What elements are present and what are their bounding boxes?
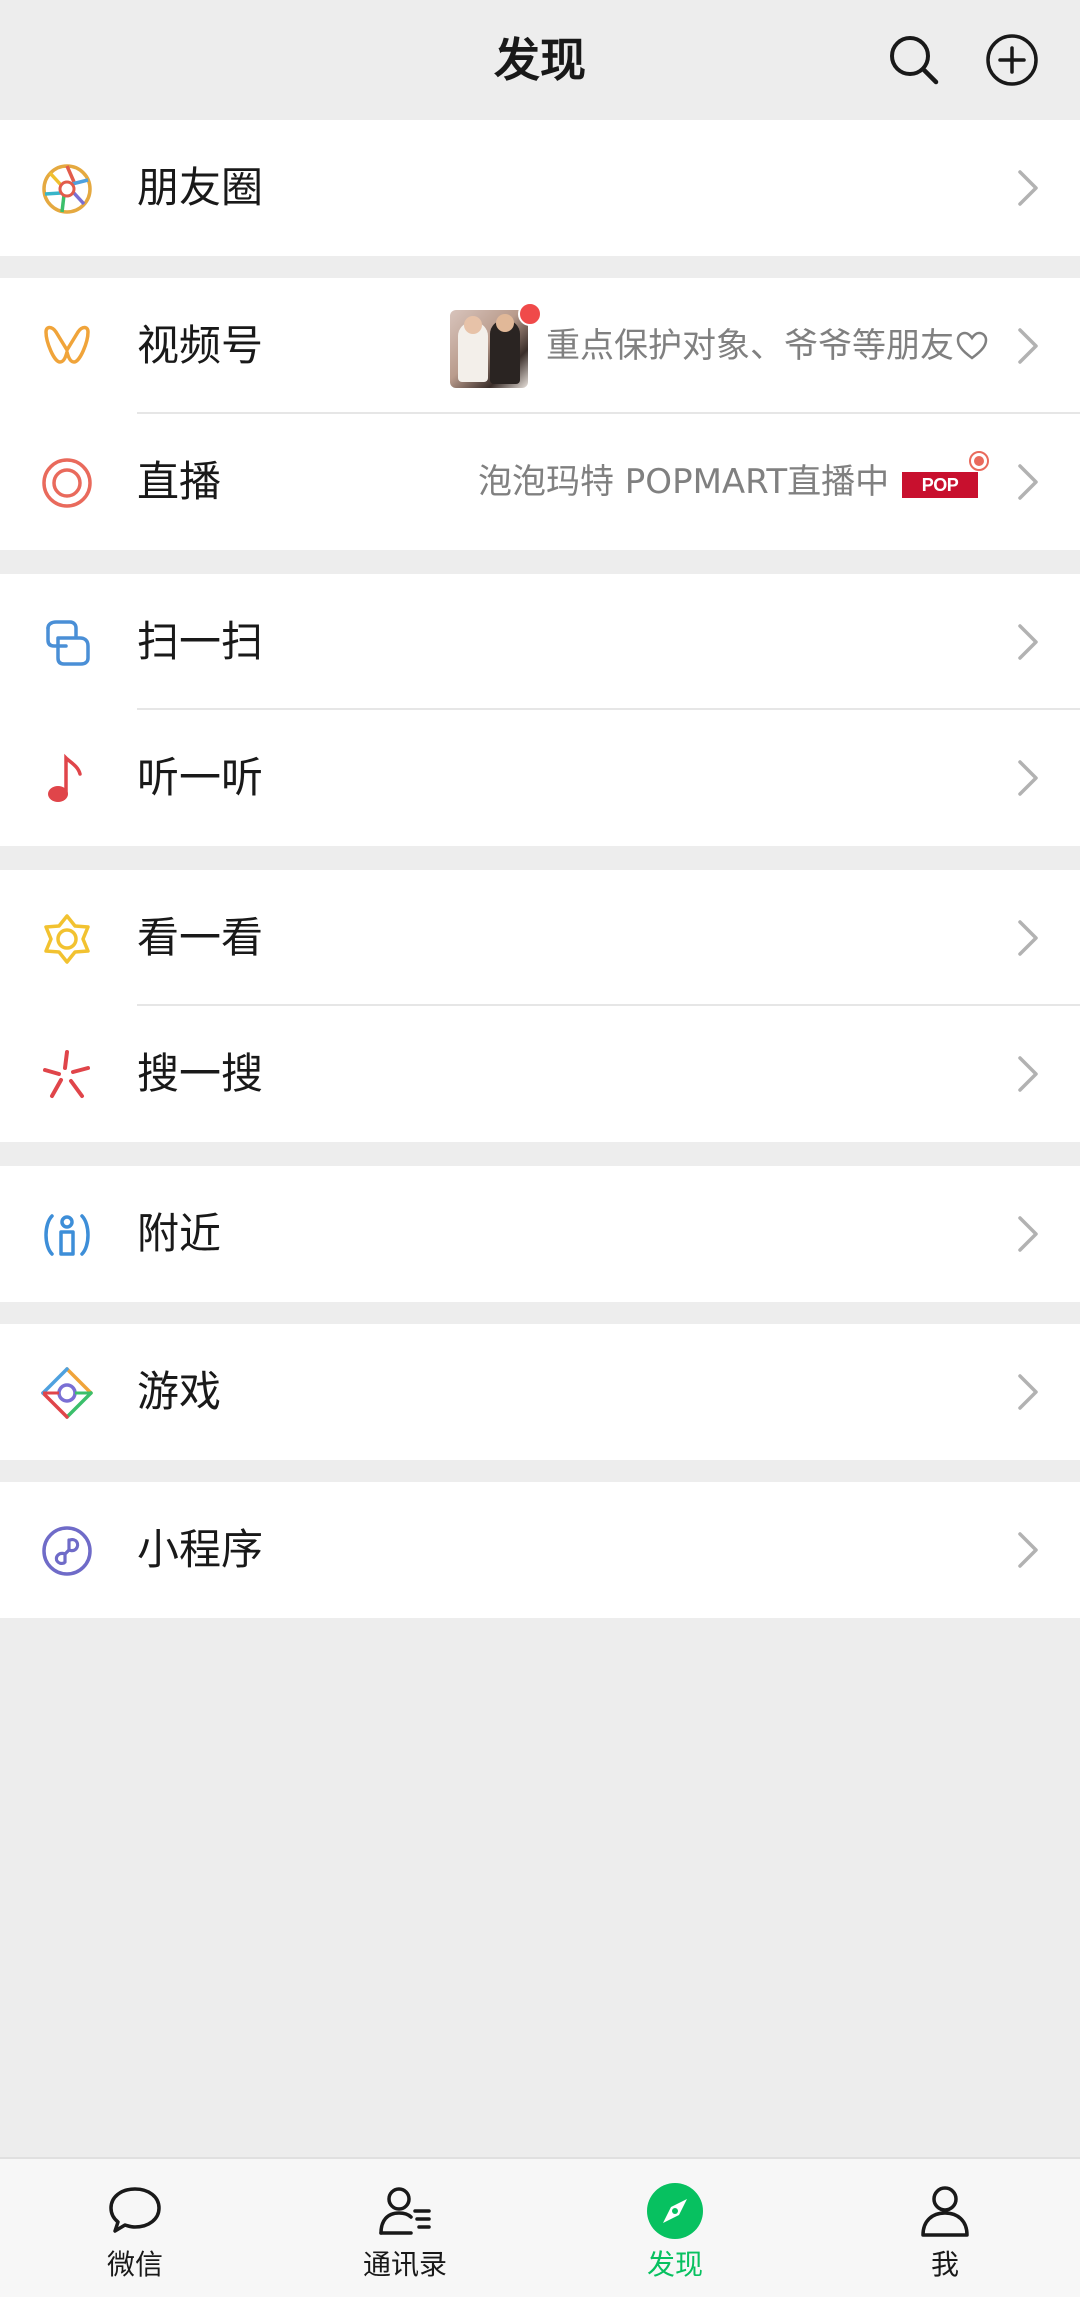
popmart-logo: POP MART xyxy=(902,472,978,521)
menu-label-nearby: 附近 xyxy=(137,1209,222,1258)
chevron-right-icon xyxy=(1016,326,1040,366)
chevron-right-icon xyxy=(1016,168,1040,208)
person-icon xyxy=(915,2181,975,2241)
plus-circle-icon xyxy=(986,34,1038,86)
menu-item-listen[interactable]: 听一听 xyxy=(0,710,1080,846)
mini-program-icon xyxy=(40,1524,94,1578)
menu-label-top-stories: 看一看 xyxy=(137,913,264,962)
menu-label-scan: 扫一扫 xyxy=(137,617,264,666)
aperture-icon xyxy=(40,162,94,216)
games-icon xyxy=(40,1366,94,1420)
chevron-right-icon xyxy=(1016,1214,1040,1254)
chevron-right-icon xyxy=(1016,1372,1040,1412)
top-bar: 发现 xyxy=(0,0,1080,120)
group-nearby: 附近 xyxy=(0,1166,1080,1302)
channels-icon xyxy=(40,320,94,374)
scan-icon xyxy=(40,616,94,670)
search-icon xyxy=(890,36,939,85)
bottom-tab-bar: 微信 通讯录 发现 我 xyxy=(0,2157,1080,2297)
music-note-icon xyxy=(40,752,94,806)
group-channels-live: 视频号 重点保护对象、爷爷等朋友 直播 泡泡玛特 POPMART直播中 POP … xyxy=(0,278,1080,550)
menu-label-channels: 视频号 xyxy=(137,321,264,370)
tab-discover[interactable]: 发现 xyxy=(540,2159,810,2297)
tab-me[interactable]: 我 xyxy=(810,2159,1080,2297)
tab-chats[interactable]: 微信 xyxy=(0,2159,270,2297)
menu-label-live: 直播 xyxy=(137,457,222,506)
live-subtitle: 泡泡玛特 POPMART直播中 xyxy=(478,462,890,502)
contacts-icon xyxy=(375,2181,435,2241)
group-moments: 朋友圈 xyxy=(0,120,1080,256)
search-button[interactable] xyxy=(884,30,944,90)
menu-label-games: 游戏 xyxy=(137,1367,222,1416)
live-indicator-icon xyxy=(968,450,990,472)
notification-dot xyxy=(518,302,542,326)
chevron-right-icon xyxy=(1016,1054,1040,1094)
tab-label-me: 我 xyxy=(930,2248,959,2281)
menu-item-scan[interactable]: 扫一扫 xyxy=(0,574,1080,710)
menu-label-moments: 朋友圈 xyxy=(137,163,264,212)
menu-label-mini-programs: 小程序 xyxy=(137,1525,264,1574)
live-icon xyxy=(40,456,94,510)
tab-label-discover: 发现 xyxy=(646,2248,703,2281)
menu-item-mini-programs[interactable]: 小程序 xyxy=(0,1482,1080,1618)
menu-item-games[interactable]: 游戏 xyxy=(0,1324,1080,1460)
chevron-right-icon xyxy=(1016,918,1040,958)
chevron-right-icon xyxy=(1016,462,1040,502)
chevron-right-icon xyxy=(1016,1530,1040,1570)
channel-thumbnail xyxy=(450,310,528,388)
add-button[interactable] xyxy=(982,30,1042,90)
chat-bubble-icon xyxy=(105,2181,165,2241)
menu-label-search: 搜一搜 xyxy=(137,1049,264,1098)
menu-item-top-stories[interactable]: 看一看 xyxy=(0,870,1080,1006)
menu-label-listen: 听一听 xyxy=(137,753,264,802)
menu-item-moments[interactable]: 朋友圈 xyxy=(0,120,1080,256)
heart-icon xyxy=(955,330,989,362)
group-mini-programs: 小程序 xyxy=(0,1482,1080,1618)
tab-label-contacts: 通讯录 xyxy=(362,2248,447,2281)
tab-label-chats: 微信 xyxy=(106,2248,163,2281)
group-games: 游戏 xyxy=(0,1324,1080,1460)
chevron-right-icon xyxy=(1016,758,1040,798)
tab-contacts[interactable]: 通讯录 xyxy=(270,2159,540,2297)
menu-item-search[interactable]: 搜一搜 xyxy=(0,1006,1080,1142)
menu-item-nearby[interactable]: 附近 xyxy=(0,1166,1080,1302)
menu-item-live[interactable]: 直播 泡泡玛特 POPMART直播中 POP MART xyxy=(0,414,1080,550)
compass-icon xyxy=(645,2181,705,2241)
group-stories-search: 看一看 搜一搜 xyxy=(0,870,1080,1142)
group-scan-listen: 扫一扫 听一听 xyxy=(0,574,1080,846)
top-stories-icon xyxy=(40,912,94,966)
search-star-icon xyxy=(40,1048,94,1102)
nearby-icon xyxy=(40,1208,94,1262)
menu-item-channels[interactable]: 视频号 重点保护对象、爷爷等朋友 xyxy=(0,278,1080,414)
channels-subtitle: 重点保护对象、爷爷等朋友 xyxy=(546,326,954,366)
chevron-right-icon xyxy=(1016,622,1040,662)
